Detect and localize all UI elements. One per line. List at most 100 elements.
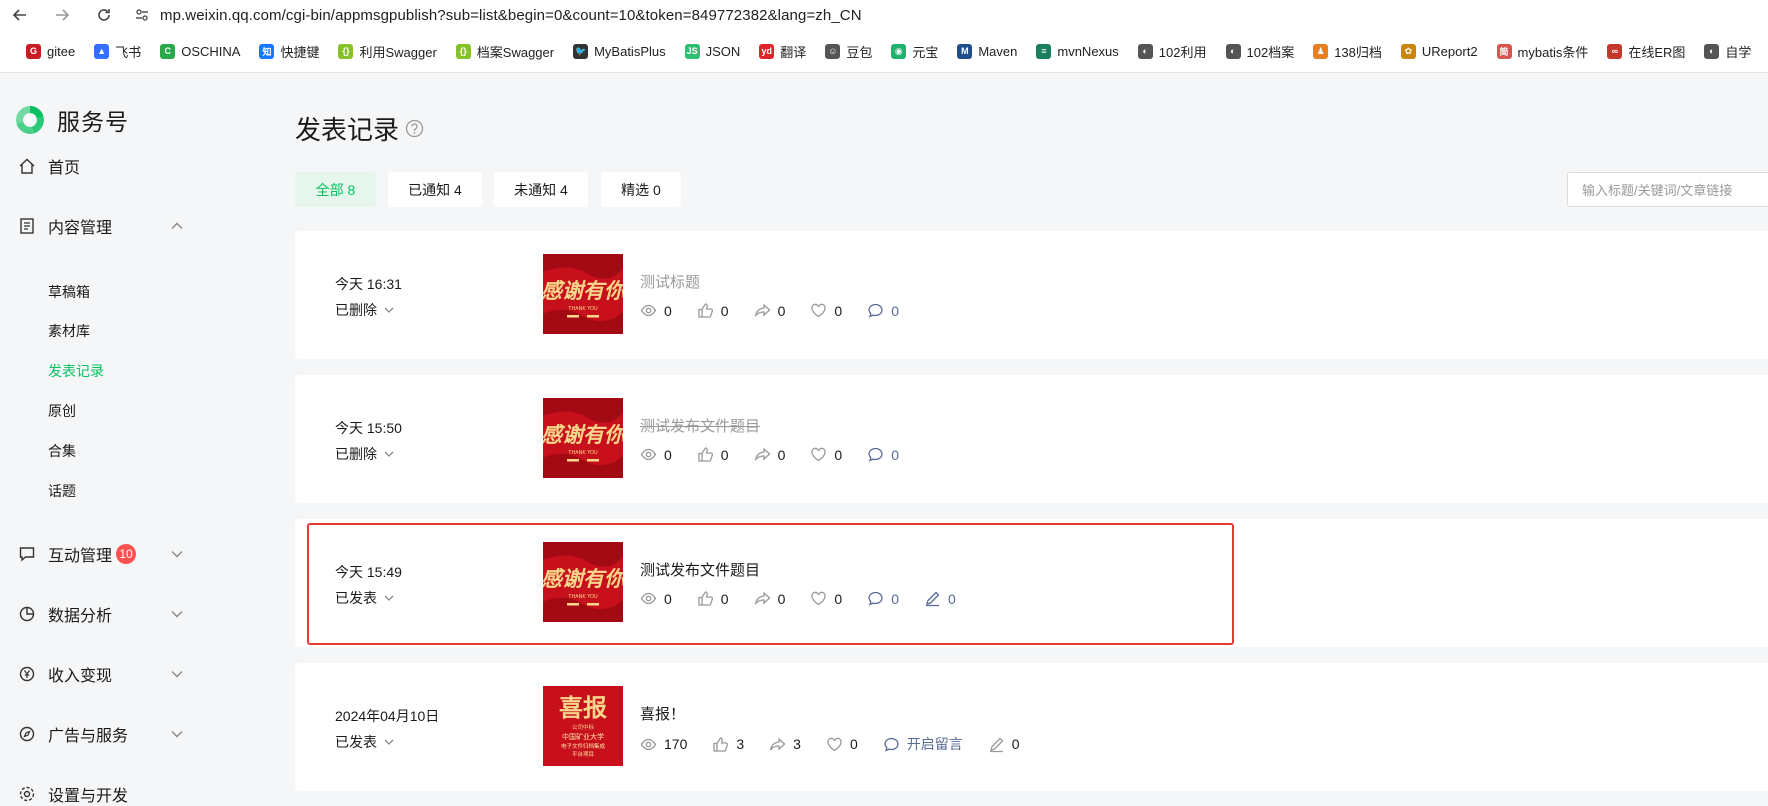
bookmark-item[interactable]: ♟ 138归档 [1313,42,1382,61]
bookmark-label: 翻译 [780,44,807,60]
bookmark-item[interactable]: ◉ 元宝 [891,42,938,61]
bookmark-label: 元宝 [912,44,939,60]
bookmark-item[interactable]: C OSCHINA [160,43,240,59]
site-settings-icon[interactable] [134,7,150,23]
bookmark-favicon-icon: ≡ [1036,43,1052,59]
comment-count[interactable]: 0 [867,446,899,463]
publish-status-dropdown[interactable]: 已删除 [335,444,395,464]
publish-status: 已发表 [335,590,377,606]
bookmark-item[interactable]: ≡ mvnNexus [1036,43,1119,59]
chevron-down-icon[interactable] [170,727,184,741]
url-text[interactable]: mp.weixin.qq.com/cgi-bin/appmsgpublish?s… [160,7,862,24]
menu-data-analysis[interactable]: 数据分析 [18,602,188,626]
edit-count[interactable]: 0 [924,590,956,607]
bookmark-item[interactable]: yd 翻译 [759,42,806,61]
menu-settings-dev[interactable]: 设置与开发 [18,782,188,806]
comment-count[interactable]: 0 [867,590,899,607]
tab-featured[interactable]: 精选 0 [601,172,681,207]
tab-not-notified[interactable]: 未通知 4 [494,172,588,207]
bookmark-item[interactable]: {} 档案Swagger [455,42,555,61]
like-count-value: 0 [720,302,729,319]
share-count: 0 [754,302,786,319]
document-icon [20,218,34,234]
svg-text:感谢有你: 感谢有你 [543,422,623,447]
article-title[interactable]: 测试标题 [640,271,700,292]
bookmark-item[interactable]: ◐ 102利用 [1137,42,1207,61]
sidebar-item-publish-records[interactable]: 发表记录 [48,361,104,381]
article-cover[interactable]: 感谢有你 THANK YOU [543,398,623,478]
reload-icon[interactable] [92,3,116,27]
article-stats: 170 3 3 0 开启留言 0 [640,734,1045,754]
article-cover[interactable]: 喜报 公司中标 中国矿业大学 电子文件归档集成 平台项目 [543,686,623,766]
sidebar-item-topics[interactable]: 话题 [48,481,76,501]
svg-text:电子文件归档集成: 电子文件归档集成 [561,742,606,750]
bookmark-item[interactable]: ✿ UReport2 [1400,43,1478,59]
tab-notified[interactable]: 已通知 4 [388,172,482,207]
heart-icon [811,303,827,318]
sidebar-item-materials[interactable]: 素材库 [48,321,90,341]
menu-monetization[interactable]: 收入变现 [18,662,188,686]
sidebar-item-drafts[interactable]: 草稿箱 [48,282,90,302]
thumbs-up-icon [713,736,729,752]
bookmark-item[interactable]: JS JSON [684,43,740,59]
gear-icon [19,786,35,802]
bookmark-item[interactable]: ☺ 豆包 [825,42,872,61]
menu-ads-services[interactable]: 广告与服务 [18,722,188,746]
publish-status-dropdown[interactable]: 已删除 [335,300,395,320]
chevron-down-icon[interactable] [170,607,184,621]
share-count: 0 [754,590,785,607]
forward-arrow-icon[interactable] [50,3,74,27]
bookmark-item[interactable]: ∞ 在线ER图 [1607,42,1685,61]
address-field[interactable]: mp.weixin.qq.com/cgi-bin/appmsgpublish?s… [134,7,862,24]
comment-count[interactable]: 0 [867,302,899,319]
article-title[interactable]: 测试发布文件题目 [640,559,760,580]
bookmark-item[interactable]: ◐ 102档案 [1225,42,1294,61]
article-cover[interactable]: 感谢有你 THANK YOU [543,254,623,334]
bookmark-item[interactable]: ▲ 飞书 [94,42,141,61]
bookmark-item[interactable]: M Maven [957,43,1017,59]
comment-count[interactable]: 开启留言 [883,734,963,754]
bookmark-item[interactable]: 🐦 MyBatisPlus [573,43,666,59]
bookmark-item[interactable]: 知快捷键 [259,42,319,61]
sidebar-item-collections[interactable]: 合集 [48,441,76,461]
chevron-down-icon[interactable] [170,667,184,681]
chevron-up-icon[interactable] [170,219,184,233]
bookmark-item[interactable]: {} 利用Swagger [338,42,437,61]
like-count: 0 [697,590,729,607]
like-count: 3 [712,736,744,753]
sidebar-item-original[interactable]: 原创 [48,401,76,421]
bookmark-label: 利用Swagger [359,44,437,60]
bookmark-favicon-icon: M [957,43,973,59]
publish-status-dropdown[interactable]: 已发表 [335,732,395,752]
share-icon [754,303,771,317]
tab-all[interactable]: 全部 8 [295,172,376,207]
favorite-count: 0 [810,590,842,607]
menu-content-management[interactable]: 内容管理 [18,214,188,238]
menu-interaction-management[interactable]: 互动管理 10 [18,542,188,566]
bookmark-label: 快捷键 [280,44,320,60]
article-title[interactable]: 测试发布文件题目 [640,415,760,436]
edit-count[interactable]: 0 [988,736,1020,753]
brand[interactable]: 服务号 [13,103,129,137]
chevron-down-icon [384,307,394,313]
article-cover[interactable]: 感谢有你 THANK YOU [543,542,623,622]
bookmark-item[interactable]: 简 mybatis条件 [1496,42,1589,61]
publish-status-dropdown[interactable]: 已发表 [335,588,395,608]
bookmark-item[interactable]: Ggitee [26,43,75,59]
favorite-count-value: 0 [834,446,843,463]
help-question-icon[interactable] [405,119,424,138]
chevron-down-icon[interactable] [170,547,184,561]
bookmark-label: mybatis条件 [1517,44,1589,60]
yen-coin-icon [19,666,35,682]
menu-home[interactable]: 首页 [18,154,188,178]
bookmark-label: 102利用 [1158,44,1207,60]
back-arrow-icon[interactable] [8,3,32,27]
comment-count-value: 开启留言 [906,736,963,752]
bookmark-label: 档案Swagger [476,44,555,60]
bookmark-favicon-icon: ✿ [1400,43,1416,59]
bookmark-item[interactable]: ◐ 自学 [1704,42,1751,61]
share-count-value: 0 [777,302,786,319]
search-input[interactable]: 输入标题/关键词/文章链接 [1567,172,1768,207]
article-title[interactable]: 喜报！ [640,703,685,724]
svg-text:喜报: 喜报 [559,693,607,722]
